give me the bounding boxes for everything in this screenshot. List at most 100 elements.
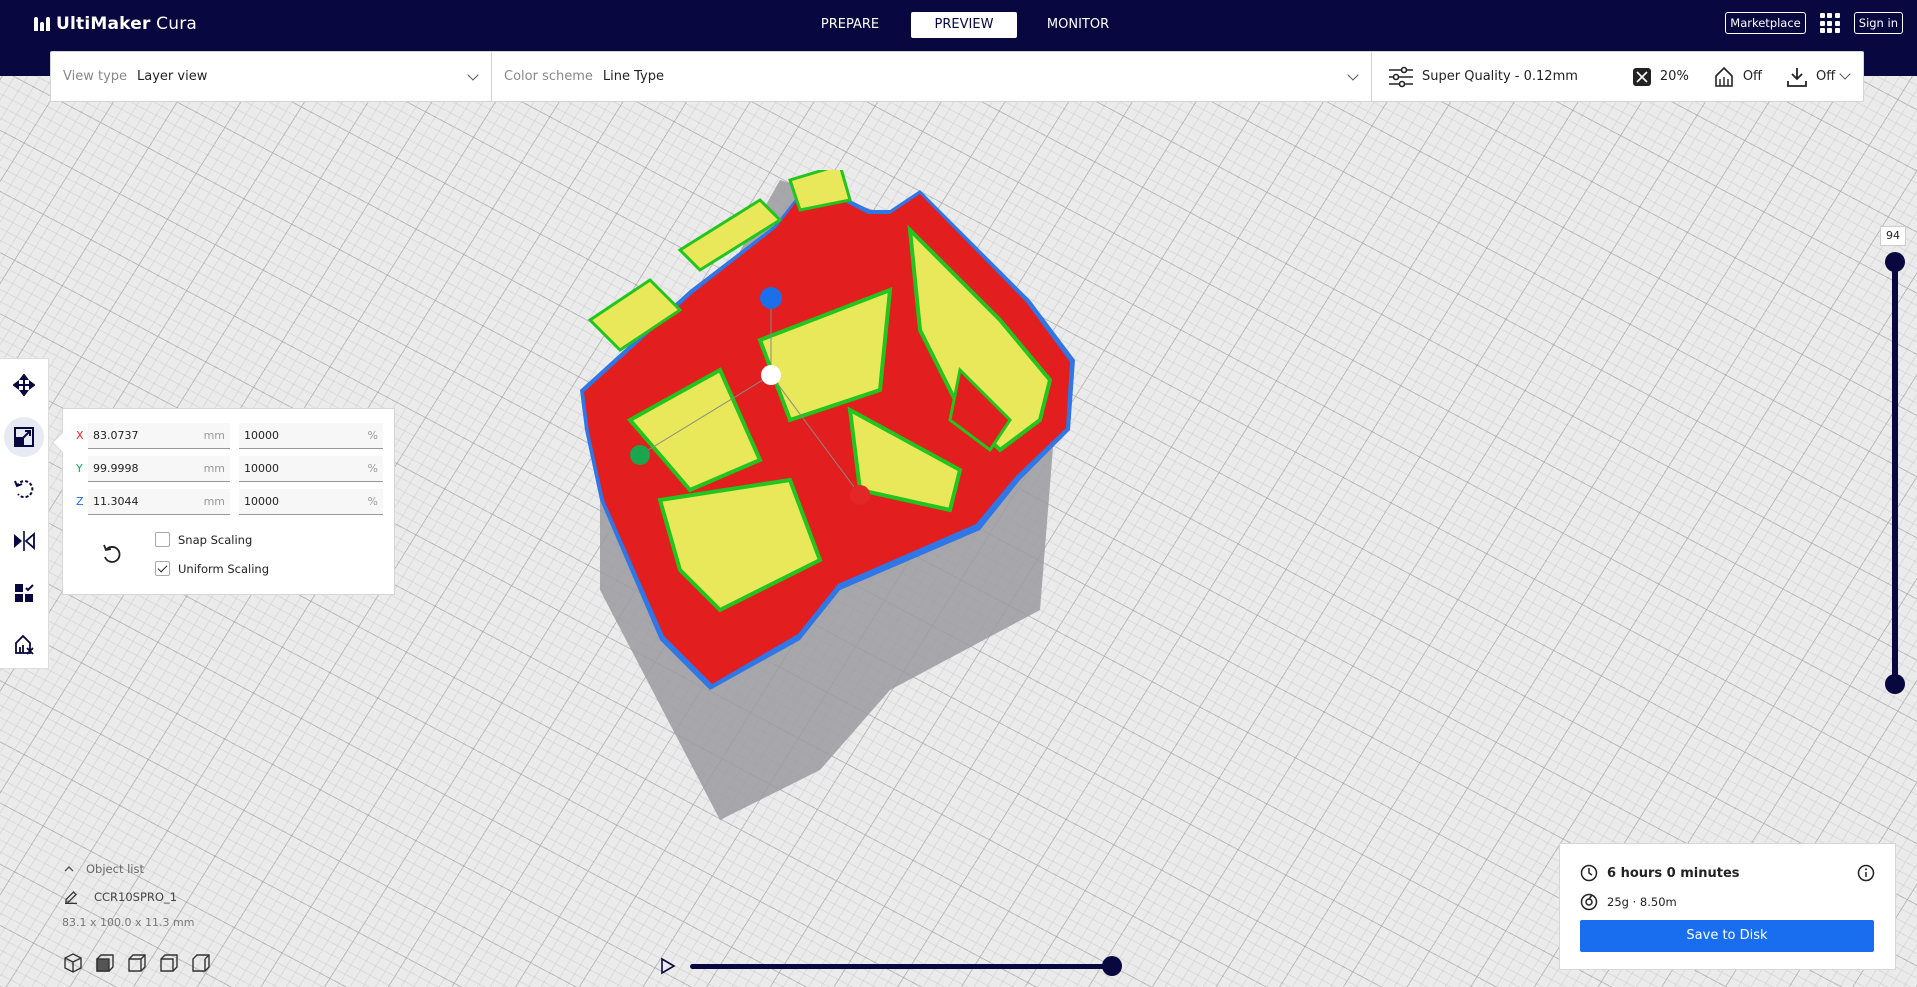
snap-scaling-checkbox[interactable] [155,532,170,547]
y-percent-value: 10000 [244,462,279,475]
scale-row-x: X 83.0737 mm 10000% [63,423,394,449]
view-type-dropdown[interactable]: View type Layer view [51,52,492,101]
object-list-toggle[interactable]: Object list [64,862,362,876]
ultimaker-logo-icon [34,17,50,31]
support-blocker-icon [15,634,34,655]
percent-unit: % [367,429,378,442]
move-tool[interactable] [0,359,48,411]
tab-prepare[interactable]: PREPARE [797,12,903,38]
tab-monitor[interactable]: MONITOR [1025,12,1131,38]
support-blocker-tool[interactable] [0,619,48,671]
current-layer-badge[interactable]: 94 [1880,226,1906,246]
object-list-title: Object list [86,862,144,876]
per-model-settings-icon [15,584,34,602]
mm-unit: mm [203,429,225,442]
chevron-down-icon[interactable] [1839,68,1851,80]
material-usage-row: 25g · 8.50m [1580,893,1677,911]
view-front-button[interactable] [94,952,116,974]
scale-row-y: Y 99.9998 mm 10000% [63,456,394,482]
chevron-down-icon [467,69,479,81]
clock-icon [1580,864,1598,882]
mirror-tool[interactable] [0,515,48,567]
per-model-settings-tool[interactable] [0,567,48,619]
support-icon [1715,66,1733,87]
layer-path-slider-track[interactable] [690,964,1114,969]
view-top-button[interactable] [126,952,148,974]
object-list-panel: Object list CCR10SPRO_1 83.1 x 100.0 x 1… [62,862,362,929]
apps-grid-icon[interactable] [1819,13,1840,33]
rotate-tool[interactable] [0,463,48,515]
x-mm-value: 83.0737 [93,429,139,442]
axis-x-label: X [76,429,84,442]
camera-view-buttons [62,952,212,974]
reset-scale-button[interactable] [101,543,123,569]
y-mm-input[interactable]: 99.9998 mm [88,456,230,482]
tab-preview[interactable]: PREVIEW [911,12,1017,38]
mm-unit: mm [203,495,225,508]
snap-scaling-option[interactable]: Snap Scaling [155,532,252,547]
cube-front-icon [96,954,114,972]
z-percent-value: 10000 [244,495,279,508]
infill-icon [1632,67,1651,86]
percent-unit: % [367,495,378,508]
adhesion-value: Off [1816,69,1836,84]
axis-z-label: Z [76,495,84,508]
print-settings-selector[interactable]: Super Quality - 0.12mm 20% Off Off [1372,52,1863,101]
print-time: 6 hours 0 minutes [1607,865,1740,881]
cube-right-icon [192,954,210,972]
layer-slider-lower-handle[interactable] [1885,674,1905,694]
z-percent-input[interactable]: 10000% [239,489,383,515]
layer-slider-upper-handle[interactable] [1885,252,1905,272]
object-dimensions: 83.1 x 100.0 x 11.3 mm [62,916,195,929]
object-name-row[interactable]: CCR10SPRO_1 [64,890,362,904]
object-name: CCR10SPRO_1 [94,890,178,904]
print-time-row: 6 hours 0 minutes [1580,864,1740,882]
save-to-disk-button[interactable]: Save to Disk [1580,920,1874,952]
material-usage: 25g · 8.50m [1607,895,1677,909]
infill-value: 20% [1659,69,1689,84]
marketplace-button[interactable]: Marketplace [1725,12,1806,34]
cube-left-icon [160,954,178,972]
brand-bold: UltiMaker [56,14,151,34]
color-scheme-value: Line Type [602,69,664,84]
scale-tool[interactable] [0,411,48,463]
color-scheme-dropdown[interactable]: Color scheme Line Type [492,52,1372,101]
reset-icon [103,544,121,563]
support-value: Off [1742,69,1763,84]
spool-icon [1580,893,1598,911]
y-mm-value: 99.9998 [93,462,139,475]
view-left-button[interactable] [158,952,180,974]
scale-icon [14,427,34,447]
layer-slider[interactable]: 94 [1880,226,1910,696]
color-scheme-label: Color scheme [504,69,593,84]
x-percent-value: 10000 [244,429,279,442]
tool-sidebar [0,358,49,669]
x-mm-input[interactable]: 83.0737 mm [88,423,230,449]
brand-rest: Cura [150,14,198,34]
sliced-model-preview[interactable] [560,170,1340,830]
percent-unit: % [367,462,378,475]
z-mm-input[interactable]: 11.3044 mm [88,489,230,515]
y-percent-input[interactable]: 10000% [239,456,383,482]
print-info-button[interactable] [1857,864,1875,886]
sign-in-button[interactable]: Sign in [1853,12,1903,34]
snap-scaling-label: Snap Scaling [178,532,253,547]
mirror-icon [14,531,35,551]
view-right-button[interactable] [190,952,212,974]
play-button[interactable] [660,957,676,979]
layer-slider-track[interactable] [1892,262,1898,682]
play-icon [661,957,676,975]
uniform-scaling-label: Uniform Scaling [178,561,270,576]
layer-path-slider-handle[interactable] [1102,956,1122,976]
print-summary-panel: 6 hours 0 minutes 25g · 8.50m Save to Di… [1559,843,1896,970]
adhesion-icon [1787,67,1807,87]
rotate-icon [14,480,34,499]
uniform-scaling-checkbox[interactable] [155,561,170,576]
move-icon [13,374,35,396]
scale-panel: X 83.0737 mm 10000% Y 99.9998 mm 10000% Z … [62,408,395,595]
cube-top-icon [128,954,146,972]
chevron-up-icon [64,866,74,872]
uniform-scaling-option[interactable]: Uniform Scaling [155,561,269,576]
x-percent-input[interactable]: 10000% [239,423,383,449]
view-3d-button[interactable] [62,952,84,974]
